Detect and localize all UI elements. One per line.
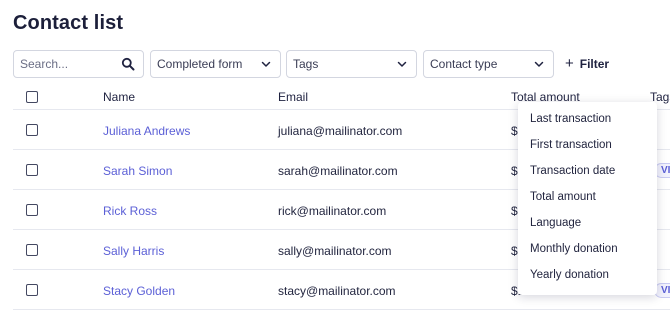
column-header-name[interactable]: Name: [103, 90, 135, 104]
contact-name-link[interactable]: Sally Harris: [103, 244, 164, 258]
search-icon[interactable]: [121, 57, 135, 71]
contact-name-link[interactable]: Stacy Golden: [103, 284, 175, 298]
menu-item-monthly-donation[interactable]: Monthly donation: [530, 243, 618, 255]
row-divider: [13, 309, 670, 310]
menu-item-first-transaction[interactable]: First transaction: [530, 139, 612, 151]
search-box[interactable]: [13, 50, 144, 78]
row-checkbox[interactable]: [26, 244, 38, 256]
add-filter-button[interactable]: + Filter: [565, 50, 609, 78]
contact-name-link[interactable]: Juliana Andrews: [103, 124, 190, 138]
column-header-email[interactable]: Email: [278, 90, 308, 104]
menu-item-yearly-donation[interactable]: Yearly donation: [530, 269, 609, 281]
filter-label: Filter: [579, 57, 610, 71]
menu-item-language[interactable]: Language: [530, 217, 581, 229]
contact-email: juliana@mailinator.com: [278, 124, 403, 138]
chevron-down-icon: [260, 58, 272, 70]
contact-email: rick@mailinator.com: [278, 204, 387, 218]
tags-select[interactable]: Tags: [286, 50, 417, 78]
chevron-down-icon: [533, 58, 545, 70]
menu-item-last-transaction[interactable]: Last transaction: [530, 113, 611, 125]
row-checkbox[interactable]: [26, 284, 38, 296]
completed-form-select[interactable]: Completed form: [150, 50, 281, 78]
plus-icon: +: [565, 55, 574, 72]
sort-dropdown-menu: Last transaction First transaction Trans…: [518, 102, 657, 295]
contact-email: sally@mailinator.com: [278, 244, 392, 258]
completed-form-label: Completed form: [157, 57, 243, 71]
contact-name-link[interactable]: Sarah Simon: [103, 164, 172, 178]
chevron-down-icon: [396, 58, 408, 70]
contact-email: stacy@mailinator.com: [278, 284, 396, 298]
contact-type-select[interactable]: Contact type: [423, 50, 554, 78]
menu-item-total-amount[interactable]: Total amount: [530, 191, 596, 203]
contact-email: sarah@mailinator.com: [278, 164, 398, 178]
row-checkbox[interactable]: [26, 164, 38, 176]
page-title: Contact list: [13, 12, 124, 34]
contact-name-link[interactable]: Rick Ross: [103, 204, 157, 218]
contact-type-label: Contact type: [430, 57, 498, 71]
tags-select-label: Tags: [293, 57, 319, 71]
search-input[interactable]: [20, 57, 121, 71]
menu-item-transaction-date[interactable]: Transaction date: [530, 165, 615, 177]
row-checkbox[interactable]: [26, 204, 38, 216]
row-checkbox[interactable]: [26, 124, 38, 136]
select-all-checkbox[interactable]: [26, 91, 38, 103]
